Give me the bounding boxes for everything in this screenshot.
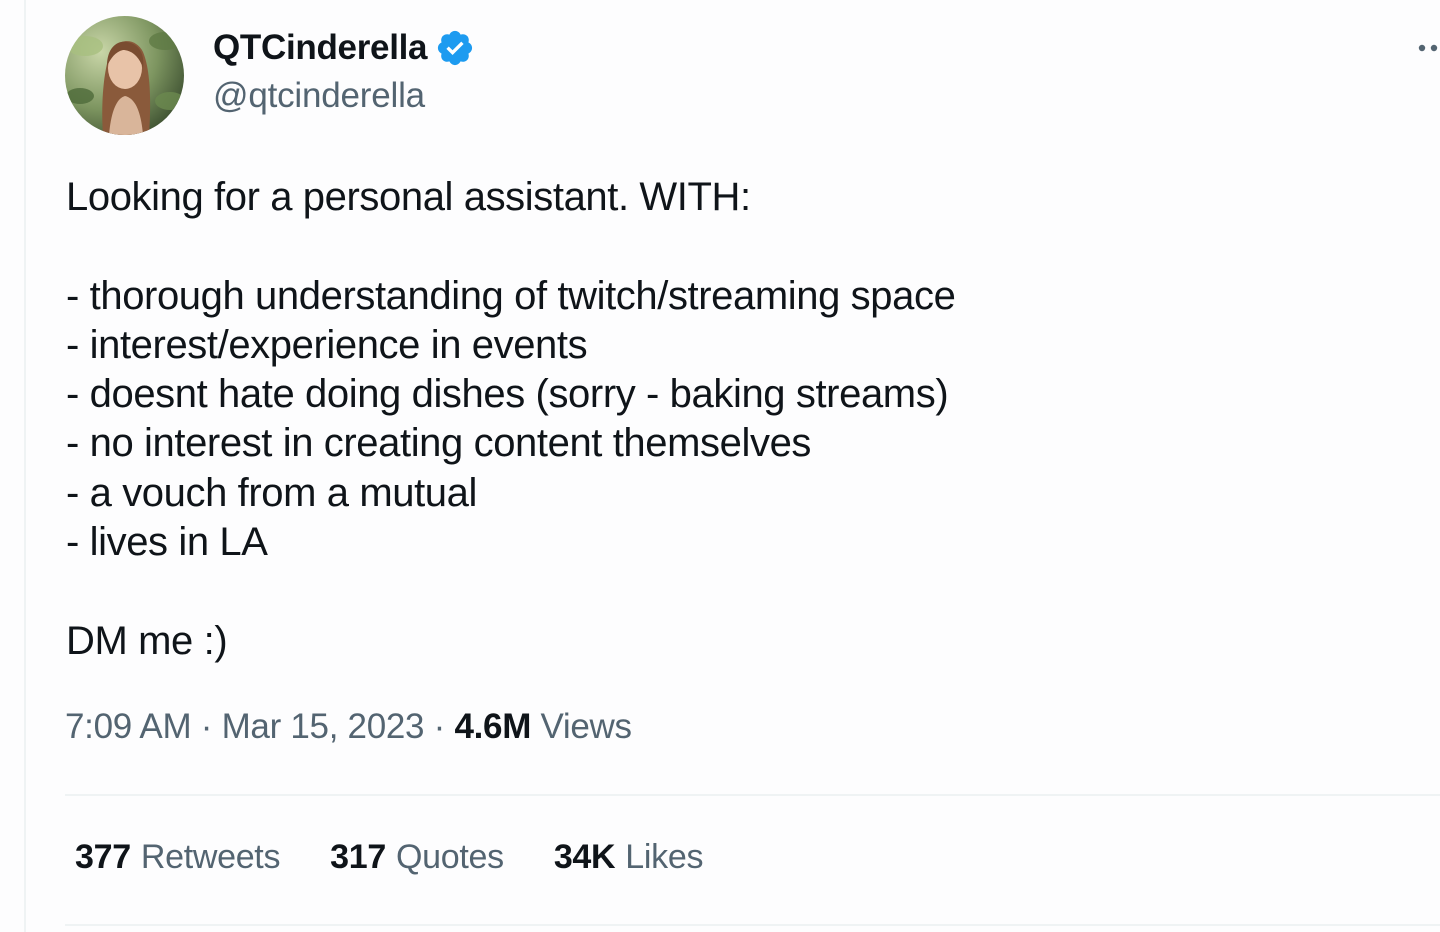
- tweet-line: DM me :): [66, 618, 228, 663]
- likes-stat[interactable]: 34K Likes: [553, 838, 704, 877]
- tweet-line: - thorough understanding of twitch/strea…: [66, 273, 956, 318]
- tweet-time[interactable]: 7:09 AM: [65, 707, 192, 746]
- tweet-line: - doesnt hate doing dishes (sorry - baki…: [66, 372, 949, 417]
- quotes-label: Quotes: [395, 838, 504, 876]
- tweet-line: - a vouch from a mutual: [66, 470, 477, 515]
- tweet-text: Looking for a personal assistant. WITH: …: [66, 173, 1406, 666]
- tweet-stats: 377 Retweets 317 Quotes 34K Likes: [75, 838, 703, 877]
- tweet-line: - interest/experience in events: [66, 322, 588, 367]
- divider: [65, 794, 1440, 796]
- avatar[interactable]: [65, 16, 184, 135]
- retweets-count: 377: [75, 838, 131, 876]
- author-handle[interactable]: @qtcinderella: [213, 76, 425, 116]
- author-display-name[interactable]: QTCinderella: [213, 28, 428, 68]
- tweet-metadata: 7:09 AM · Mar 15, 2023 · 4.6M Views: [65, 707, 632, 747]
- quotes-count: 317: [330, 838, 386, 876]
- retweets-stat[interactable]: 377 Retweets: [75, 838, 280, 877]
- timeline-left-border: [24, 0, 26, 932]
- divider: [65, 924, 1440, 926]
- views-label[interactable]: Views: [541, 707, 633, 746]
- avatar-photo: [65, 16, 184, 135]
- tweet-line: Looking for a personal assistant. WITH:: [66, 175, 751, 219]
- tweet-line: - lives in LA: [66, 520, 268, 565]
- meta-separator: ·: [200, 707, 213, 746]
- retweets-label: Retweets: [140, 838, 281, 876]
- meta-separator: ·: [433, 707, 446, 746]
- tweet-date[interactable]: Mar 15, 2023: [222, 707, 425, 746]
- views-count[interactable]: 4.6M: [454, 707, 531, 746]
- likes-count: 34K: [553, 838, 616, 876]
- likes-label: Likes: [625, 838, 704, 876]
- verified-badge-icon[interactable]: [435, 28, 475, 68]
- author-name-row: QTCinderella: [213, 26, 475, 70]
- more-dots-icon[interactable]: [1410, 30, 1440, 66]
- quotes-stat[interactable]: 317 Quotes: [330, 838, 504, 877]
- tweet-line: - no interest in creating content themse…: [66, 421, 812, 466]
